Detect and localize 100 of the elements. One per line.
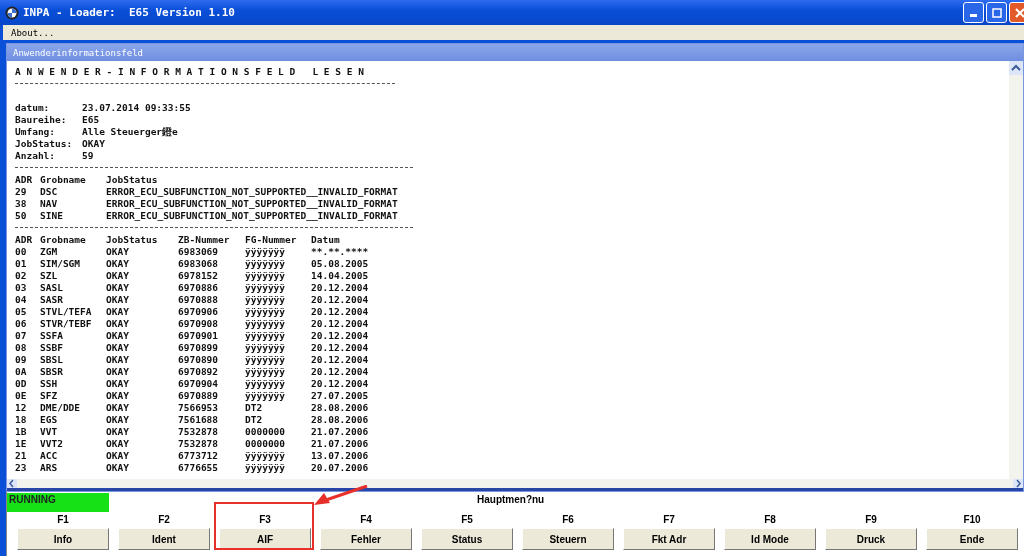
menu-item[interactable]: About... (11, 27, 55, 38)
table-cell-text: 21.07.2006 (311, 426, 370, 438)
table-cell-text: SASL (40, 282, 64, 294)
table-cell-text: OKAY (106, 450, 130, 462)
key-label: F4 (360, 513, 372, 527)
close-button[interactable] (1009, 2, 1024, 23)
table-cell-text: OKAY (106, 414, 130, 426)
function-button[interactable]: AIF (219, 528, 311, 550)
key-label: F2 (158, 513, 170, 527)
table-cell-text: ÿÿÿÿÿÿÿ (245, 390, 287, 402)
table-cell-text: 0D (15, 378, 28, 390)
function-button[interactable]: Status (421, 528, 513, 550)
horizontal-scrollbar[interactable] (7, 479, 1023, 491)
scroll-left-icon[interactable] (7, 479, 17, 488)
table-cell-text: 20.12.2004 (311, 366, 370, 378)
table-cell-text: 20.12.2004 (311, 294, 370, 306)
table-cell-text: SSFA (40, 330, 64, 342)
table-cell-text: 06 (15, 318, 28, 330)
function-button[interactable]: Ende (926, 528, 1018, 550)
table-cell-text: 21 (15, 450, 28, 462)
table-cell-text: 18 (15, 414, 28, 426)
key-label: F7 (663, 513, 675, 527)
table-cell-text: 08 (15, 342, 28, 354)
column-header: JobStatus (106, 234, 159, 246)
table-cell-text: OKAY (106, 306, 130, 318)
table-cell-text: ÿÿÿÿÿÿÿ (245, 294, 287, 306)
table-cell-text: 6776655 (178, 462, 220, 474)
table-cell-text: OKAY (106, 258, 130, 270)
vertical-scrollbar[interactable] (1009, 61, 1023, 479)
table-cell-text: SINE (40, 210, 64, 222)
app-logo-icon (5, 5, 19, 20)
table-cell-text: 23 (15, 462, 28, 474)
table-cell-text: 6970886 (178, 282, 220, 294)
column-header: ADR (15, 174, 34, 186)
info-value: E65 (82, 114, 100, 126)
table-cell-text: 7566953 (178, 402, 220, 414)
function-button[interactable]: Ident (118, 528, 210, 550)
table-cell-text: 03 (15, 282, 28, 294)
info-value: Alle Steuerger鐙e (82, 126, 178, 138)
info-value: OKAY (82, 138, 105, 150)
table-cell-text: 1E (15, 438, 28, 450)
function-button[interactable]: Fehler (320, 528, 412, 550)
table-cell-text: OKAY (106, 402, 130, 414)
maximize-button[interactable] (986, 2, 1007, 23)
table-cell-text: ÿÿÿÿÿÿÿ (245, 450, 287, 462)
scroll-right-icon[interactable] (1013, 479, 1023, 488)
function-button[interactable]: Info (17, 528, 109, 550)
table-cell-text: ÿÿÿÿÿÿÿ (245, 354, 287, 366)
table-cell-text: ÿÿÿÿÿÿÿ (245, 246, 287, 258)
table-cell-text: DT2 (245, 402, 264, 414)
table-cell-text: 6970906 (178, 306, 220, 318)
table-cell-text: OKAY (106, 342, 130, 354)
table-cell-text: ÿÿÿÿÿÿÿ (245, 330, 287, 342)
column-header: ADR (15, 234, 34, 246)
function-button[interactable]: Fkt Adr (623, 528, 715, 550)
table-cell-text: 20.12.2004 (311, 318, 370, 330)
info-label: Umfang: (15, 126, 57, 138)
maximize-icon (991, 7, 1002, 18)
table-cell: ERROR_ECU_SUBFUNCTION_NOT_SUPPORTED__INVALID_FORMAT (106, 186, 398, 198)
table-cell-text: SBSR (40, 366, 64, 378)
function-button[interactable]: Druck (825, 528, 917, 550)
table-cell-text: 20.07.2006 (311, 462, 370, 474)
table-cell-text: DSC (40, 186, 59, 198)
table-cell-text: 20.12.2004 (311, 282, 370, 294)
table-cell-text: SBSL (40, 354, 64, 366)
table-cell-text: 02 (15, 270, 28, 282)
table-cell-text: 6970889 (178, 390, 220, 402)
column-header: Grobname (40, 174, 87, 186)
table-cell-text: 05.08.2005 (311, 258, 370, 270)
column-header: ZB-Nummer (178, 234, 231, 246)
function-button[interactable]: Id Mode (724, 528, 816, 550)
table-cell-text: 7532878 (178, 426, 220, 438)
table-cell-text: ÿÿÿÿÿÿÿ (245, 282, 287, 294)
table-cell-text: OKAY (106, 366, 130, 378)
table-cell-text: 6970890 (178, 354, 220, 366)
table-cell-text: ZGM (40, 246, 59, 258)
scroll-up-icon[interactable] (1009, 61, 1023, 75)
table-cell-text: 6983068 (178, 258, 220, 270)
minimize-button[interactable] (963, 2, 984, 23)
table-cell-text: OKAY (106, 270, 130, 282)
table-cell-text: 04 (15, 294, 28, 306)
table-cell-text: ACC (40, 450, 59, 462)
table-cell-text: 20.12.2004 (311, 354, 370, 366)
table-cell-text: 20.12.2004 (311, 330, 370, 342)
table-cell-text: 7561688 (178, 414, 220, 426)
table-cell-text: 20.12.2004 (311, 342, 370, 354)
table-cell-text: 38 (15, 198, 28, 210)
info-label: JobStatus: (15, 138, 74, 150)
table-cell-text: 20.12.2004 (311, 306, 370, 318)
function-button[interactable]: Steuern (522, 528, 614, 550)
column-header: FG-Nummer (245, 234, 298, 246)
key-label: F6 (562, 513, 574, 527)
table-cell-text: ÿÿÿÿÿÿÿ (245, 306, 287, 318)
table-cell-text: 6773712 (178, 450, 220, 462)
info-value: 59 (82, 150, 94, 162)
table-cell-text: NAV (40, 198, 59, 210)
column-header: Grobname (40, 234, 87, 246)
table-cell-text: 13.07.2006 (311, 450, 370, 462)
table-cell-text: VVT2 (40, 438, 64, 450)
key-label: F5 (461, 513, 473, 527)
